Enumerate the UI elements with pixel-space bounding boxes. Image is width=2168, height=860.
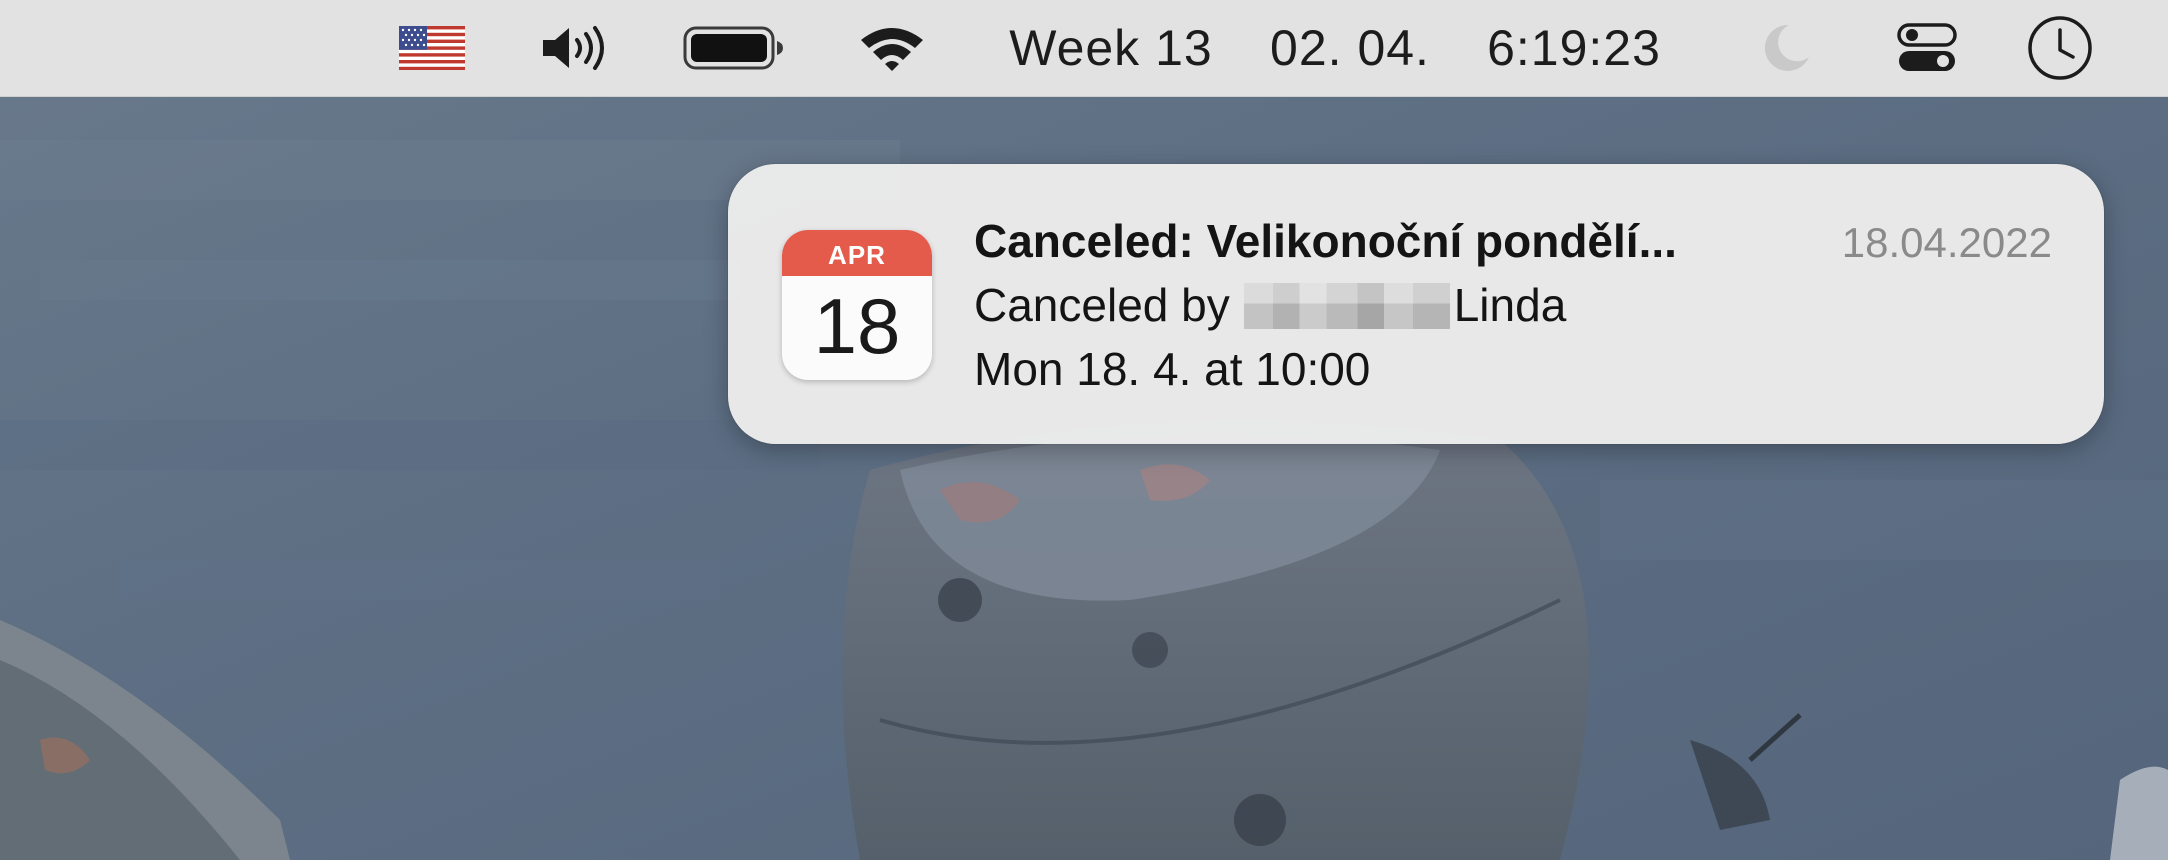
focus-menu[interactable] bbox=[1758, 0, 1814, 96]
battery-menu[interactable] bbox=[682, 0, 786, 96]
notification-canceled-by: Canceled by Linda bbox=[974, 276, 1566, 334]
redacted-name-block bbox=[1243, 283, 1450, 329]
input-source-menu[interactable] bbox=[392, 0, 472, 96]
clock-menu[interactable] bbox=[2024, 0, 2096, 96]
menu-bar: Week 13 02. 04. 6:19:23 bbox=[0, 0, 2168, 97]
canceled-by-name: Linda bbox=[1453, 279, 1567, 331]
battery-full-icon bbox=[683, 26, 783, 70]
wifi-icon bbox=[861, 28, 923, 71]
speaker-volume-icon bbox=[543, 26, 604, 70]
volume-menu[interactable] bbox=[536, 0, 618, 96]
calendar-icon-month: APR bbox=[782, 230, 932, 276]
clock-time[interactable]: 6:19:23 bbox=[1474, 0, 1674, 96]
clock-date[interactable]: 02. 04. bbox=[1258, 0, 1442, 96]
clock-icon bbox=[2028, 16, 2092, 80]
us-flag-icon bbox=[399, 26, 465, 70]
week-label: Week 13 bbox=[1009, 20, 1213, 76]
canceled-by-prefix: Canceled by bbox=[974, 279, 1230, 331]
calendar-icon-day: 18 bbox=[813, 282, 901, 370]
control-center-menu[interactable] bbox=[1892, 0, 1962, 96]
calendar-app-icon: APR 18 bbox=[782, 230, 932, 380]
control-center-toggles-icon bbox=[1897, 23, 1957, 71]
wifi-menu[interactable] bbox=[856, 0, 928, 96]
notification-title: Canceled: Velikonoční pondělí... bbox=[974, 215, 1677, 267]
calendar-notification[interactable]: APR 18 Canceled: Velikonoční pondělí... … bbox=[728, 164, 2104, 444]
clock-week-number[interactable]: Week 13 bbox=[1000, 0, 1222, 96]
date-label: 02. 04. bbox=[1270, 20, 1430, 76]
moon-icon bbox=[1764, 24, 1809, 71]
notification-event-time: Mon 18. 4. at 10:00 bbox=[974, 343, 1371, 395]
time-label: 6:19:23 bbox=[1487, 20, 1661, 76]
notification-date: 18.04.2022 bbox=[1841, 219, 2052, 266]
